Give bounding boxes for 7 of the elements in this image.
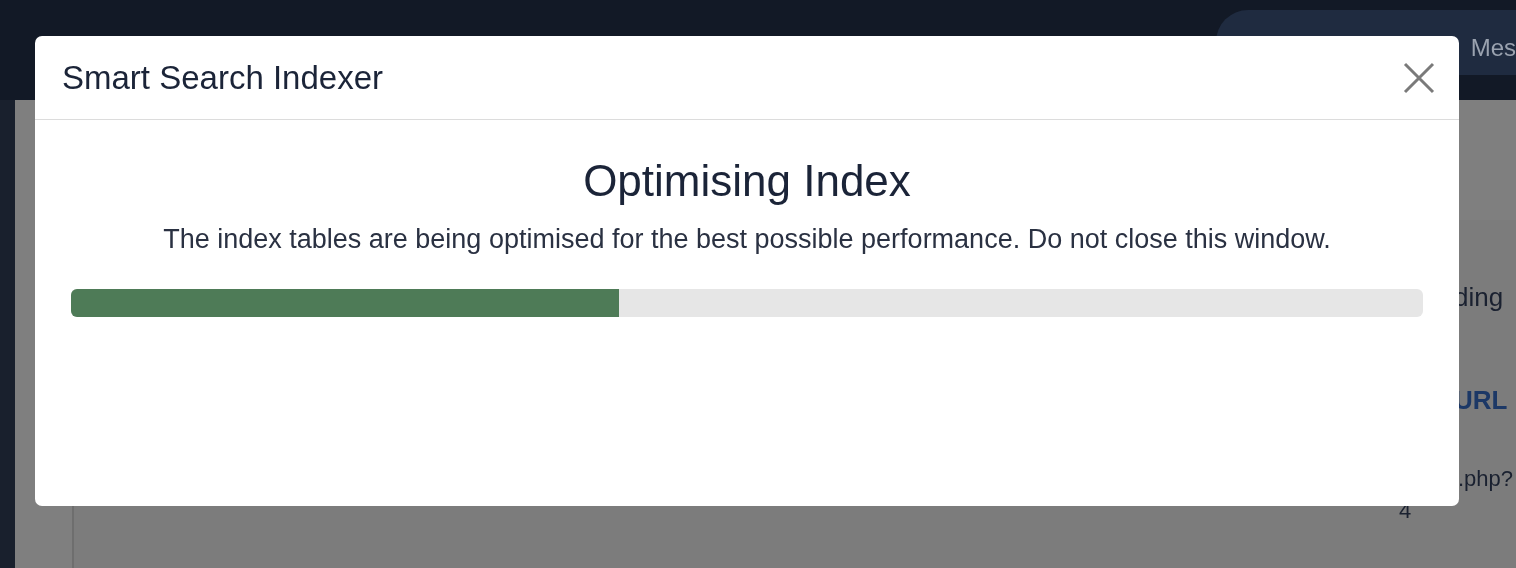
close-icon: [1403, 61, 1435, 94]
modal-title: Smart Search Indexer: [62, 58, 383, 97]
user-name: Mes: [1470, 34, 1516, 62]
close-button[interactable]: [1403, 61, 1435, 94]
table-cell: .php?: [1458, 466, 1514, 492]
modal-heading: Optimising Index: [583, 156, 911, 206]
modal-message: The index tables are being optimised for the best possible performance. Do not close this window.: [163, 224, 1331, 255]
